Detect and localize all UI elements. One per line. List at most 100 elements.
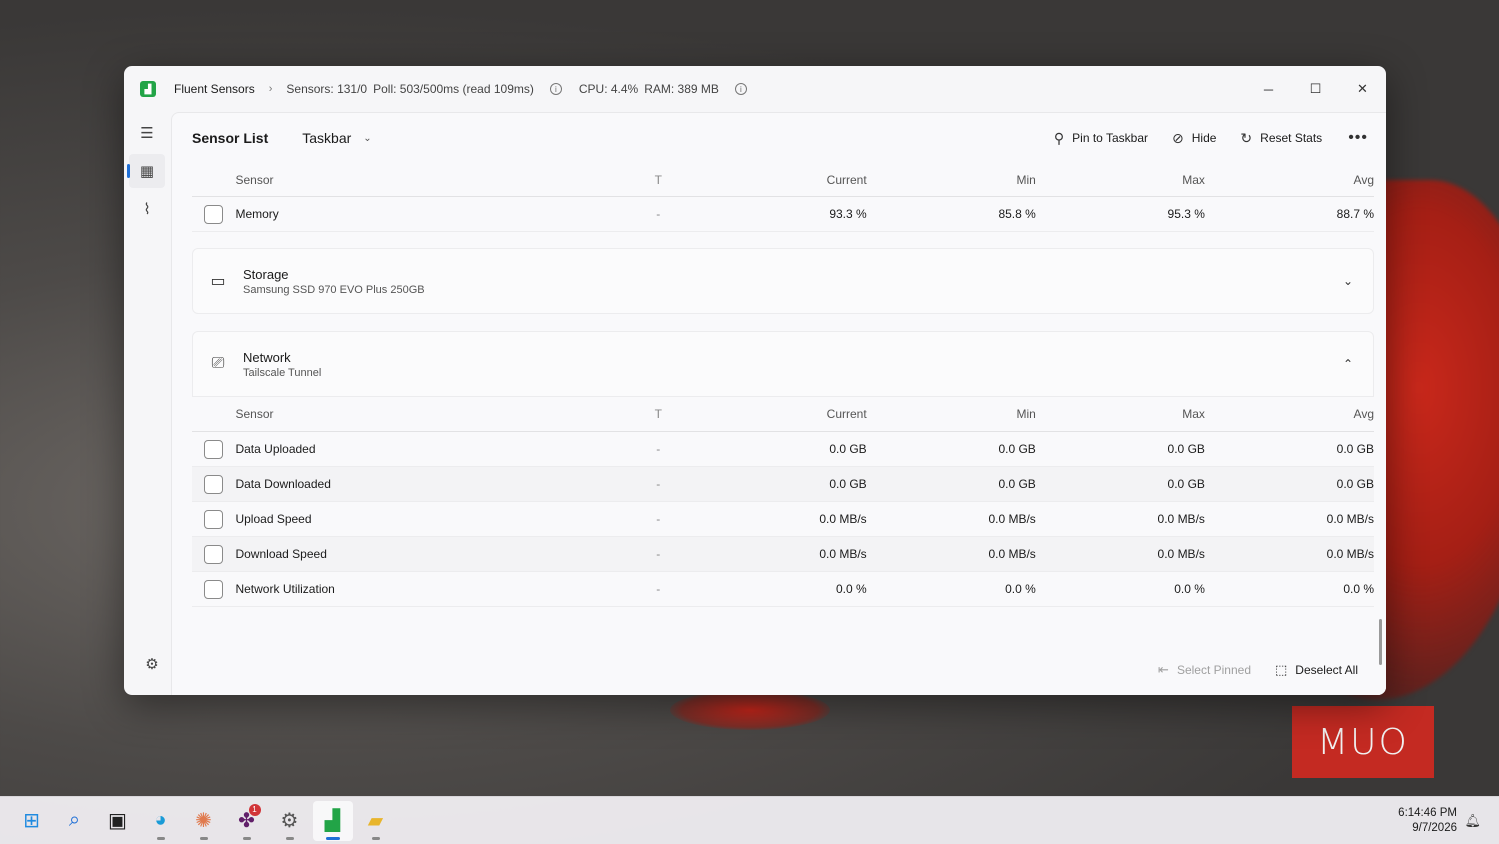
fluent-sensors-app-icon[interactable]: ▟ bbox=[312, 800, 353, 841]
info-icon[interactable]: i bbox=[734, 83, 747, 95]
sensor-min: 0.0 MB/s bbox=[988, 547, 1036, 561]
sensor-min: 0.0 GB bbox=[998, 442, 1036, 456]
table-row[interactable]: Memory - 93.3 % 85.8 % 95.3 % 88.7 % bbox=[192, 197, 1374, 232]
eye-off-icon: ⊘ bbox=[1172, 129, 1184, 146]
clock-date: 9/7/2026 bbox=[1412, 821, 1457, 834]
sensor-current: 0.0 GB bbox=[829, 442, 867, 456]
storage-card[interactable]: ▭ Storage Samsung SSD 970 EVO Plus 250GB… bbox=[192, 248, 1374, 314]
col-avg: Avg bbox=[1353, 407, 1375, 421]
ram-stat: RAM: 389 MB bbox=[644, 82, 719, 96]
table-row[interactable]: Download Speed - 0.0 MB/s 0.0 MB/s 0.0 M… bbox=[192, 537, 1374, 572]
app-title: Fluent Sensors bbox=[174, 82, 255, 96]
select-pinned-label: Select Pinned bbox=[1176, 663, 1251, 677]
sensor-avg: 0.0 MB/s bbox=[1326, 512, 1375, 526]
sensor-current: 0.0 GB bbox=[829, 477, 867, 491]
sensor-max: 0.0 GB bbox=[1167, 477, 1205, 491]
search-icon[interactable]: ⌕ bbox=[55, 801, 95, 841]
chevron-down-icon[interactable]: ⌄ bbox=[1343, 274, 1353, 288]
sensor-t: - bbox=[656, 512, 661, 526]
sensor-min: 0.0 MB/s bbox=[988, 512, 1036, 526]
sensor-t: - bbox=[656, 207, 661, 221]
select-pinned-button[interactable]: ⇤ Select Pinned bbox=[1158, 662, 1251, 678]
sensor-avg: 0.0 % bbox=[1343, 582, 1375, 596]
sensor-min: 85.8 % bbox=[998, 207, 1036, 221]
network-subtitle: Tailscale Tunnel bbox=[243, 366, 322, 379]
activity-nav-icon[interactable]: ⌇ bbox=[129, 192, 165, 226]
storage-subtitle: Samsung SSD 970 EVO Plus 250GB bbox=[243, 283, 425, 296]
windows-start-icon[interactable]: ⊞ bbox=[12, 801, 52, 841]
col-current: Current bbox=[826, 407, 867, 421]
sensor-name: Data Downloaded bbox=[235, 477, 331, 491]
network-icon: ⎚ bbox=[211, 355, 225, 372]
sensor-avg: 0.0 GB bbox=[1336, 442, 1375, 456]
sensor-name: Download Speed bbox=[235, 547, 327, 561]
taskbar-icons: ⊞ ⌕ ▣ ◕ ✺ ✤ 1 ⚙ ▟ ▰ bbox=[10, 800, 397, 841]
settings-gear-icon[interactable]: ⚙ bbox=[134, 647, 170, 681]
toolbar-actions: ⚲ Pin to Taskbar ⊘ Hide ↻ Reset Stats ••… bbox=[1030, 129, 1386, 147]
app-window: ▟ Fluent Sensors › Sensors: 131/0 Poll: … bbox=[124, 66, 1386, 695]
view-dropdown[interactable]: Taskbar ⌄ bbox=[292, 126, 381, 150]
window-controls: ─ ☐ ✕ bbox=[1245, 66, 1386, 112]
sensor-t: - bbox=[656, 582, 661, 596]
sensor-name: Memory bbox=[235, 207, 279, 221]
sensor-t: - bbox=[656, 477, 661, 491]
sensors-stat: Sensors: 131/0 bbox=[286, 82, 368, 96]
refresh-icon: ↻ bbox=[1240, 129, 1253, 146]
chevron-down-icon: ⌄ bbox=[363, 132, 372, 144]
sensor-min: 0.0 % bbox=[1005, 582, 1036, 596]
col-min: Min bbox=[1016, 172, 1036, 187]
claude-app-icon[interactable]: ✺ bbox=[184, 801, 224, 841]
maximize-button[interactable]: ☐ bbox=[1292, 66, 1339, 112]
menu-icon[interactable]: ☰ bbox=[129, 116, 165, 150]
sensor-list: Sensor T Current Min Max Avg Memory - 93… bbox=[192, 163, 1374, 645]
row-checkbox[interactable] bbox=[204, 579, 223, 599]
reset-stats-button[interactable]: ↻ Reset Stats bbox=[1240, 130, 1322, 147]
pin-label: Pin to Taskbar bbox=[1072, 131, 1148, 145]
sensor-avg: 0.0 GB bbox=[1336, 477, 1375, 491]
storage-title: Storage bbox=[243, 266, 289, 282]
sensor-current: 0.0 MB/s bbox=[819, 547, 867, 561]
table-row[interactable]: Data Uploaded - 0.0 GB 0.0 GB 0.0 GB 0.0… bbox=[192, 432, 1374, 467]
system-clock[interactable]: 6:14:46 PM 9/7/2026 bbox=[1398, 806, 1457, 836]
row-checkbox[interactable] bbox=[204, 509, 223, 529]
row-checkbox[interactable] bbox=[204, 439, 223, 459]
pin-to-taskbar-button[interactable]: ⚲ Pin to Taskbar bbox=[1054, 130, 1148, 147]
table-row[interactable]: Upload Speed - 0.0 MB/s 0.0 MB/s 0.0 MB/… bbox=[192, 502, 1374, 537]
network-card[interactable]: ⎚ Network Tailscale Tunnel ⌃ bbox=[192, 331, 1374, 397]
close-button[interactable]: ✕ bbox=[1339, 66, 1386, 112]
minimize-button[interactable]: ─ bbox=[1245, 66, 1292, 112]
table-header: Sensor T Current Min Max Avg bbox=[192, 163, 1374, 197]
sensor-max: 0.0 MB/s bbox=[1157, 547, 1205, 561]
select-pinned-icon: ⇤ bbox=[1158, 662, 1169, 677]
row-checkbox[interactable] bbox=[204, 204, 223, 224]
col-max: Max bbox=[1182, 407, 1205, 421]
more-options-icon[interactable]: ••• bbox=[1348, 129, 1368, 147]
background-leaf-small bbox=[670, 690, 830, 730]
info-icon[interactable]: i bbox=[549, 83, 562, 95]
notification-bell-icon[interactable]: 🔔︎ bbox=[1464, 813, 1481, 829]
col-t: T bbox=[654, 172, 662, 187]
main-panel: Sensor List Taskbar ⌄ ⚲ Pin to Taskbar ⊘… bbox=[171, 112, 1386, 695]
watermark-logo: MUO bbox=[1292, 706, 1434, 778]
slack-app-icon[interactable]: ✤ 1 bbox=[227, 801, 267, 841]
sensor-name: Network Utilization bbox=[235, 582, 335, 596]
table-row[interactable]: Data Downloaded - 0.0 GB 0.0 GB 0.0 GB 0… bbox=[192, 467, 1374, 502]
chevron-up-icon[interactable]: ⌃ bbox=[1343, 357, 1353, 371]
table-row[interactable]: Network Utilization - 0.0 % 0.0 % 0.0 % … bbox=[192, 572, 1374, 607]
reset-label: Reset Stats bbox=[1260, 131, 1323, 145]
settings-app-icon[interactable]: ⚙ bbox=[270, 801, 310, 841]
title-bar: ▟ Fluent Sensors › Sensors: 131/0 Poll: … bbox=[124, 66, 1386, 112]
notification-badge: 1 bbox=[248, 803, 261, 816]
deselect-all-button[interactable]: ⬚ Deselect All bbox=[1275, 662, 1358, 678]
edge-browser-icon[interactable]: ◕ bbox=[141, 801, 181, 841]
page-title: Sensor List bbox=[192, 130, 269, 146]
toolbar: Sensor List Taskbar ⌄ ⚲ Pin to Taskbar ⊘… bbox=[172, 113, 1386, 163]
row-checkbox[interactable] bbox=[204, 544, 223, 564]
poll-stat: Poll: 503/500ms (read 109ms) bbox=[373, 82, 534, 96]
col-sensor: Sensor bbox=[235, 172, 274, 187]
hide-button[interactable]: ⊘ Hide bbox=[1172, 130, 1216, 147]
file-explorer-icon[interactable]: ▰ bbox=[356, 801, 396, 841]
task-view-icon[interactable]: ▣ bbox=[98, 801, 138, 841]
sensor-list-nav-icon[interactable]: ▦ bbox=[127, 154, 165, 188]
row-checkbox[interactable] bbox=[204, 474, 223, 494]
